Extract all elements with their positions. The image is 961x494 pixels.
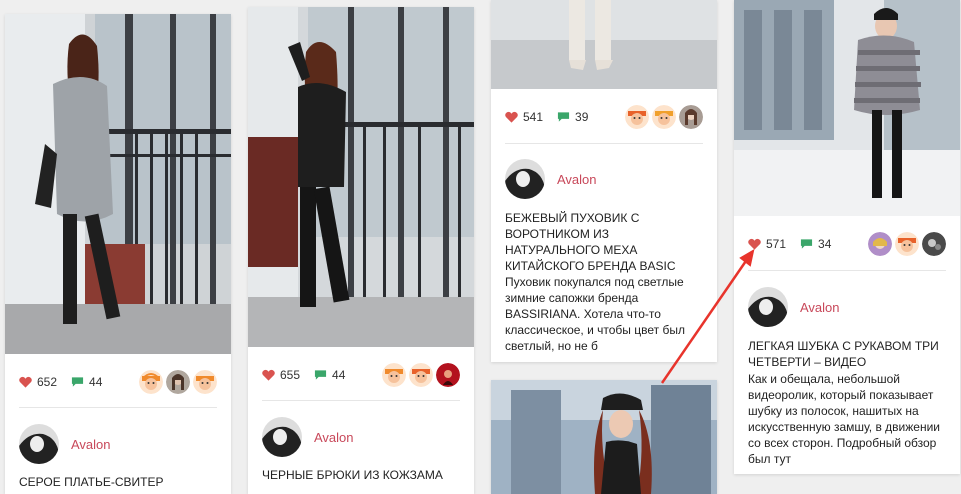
author-avatar[interactable] [505, 159, 545, 199]
author-avatar[interactable] [748, 287, 788, 327]
ginger-face-avatar[interactable] [652, 105, 676, 129]
divider [748, 270, 946, 271]
ginger-face-avatar[interactable] [139, 370, 163, 394]
post-photo[interactable] [734, 0, 960, 216]
post-title[interactable]: ЧЕРНЫЕ БРЮКИ ИЗ КОЖЗАМА [262, 467, 460, 483]
woman-photo-avatar[interactable] [679, 105, 703, 129]
author-name[interactable]: Avalon [800, 300, 840, 315]
comments[interactable]: 39 [557, 110, 588, 124]
comment-icon [314, 370, 327, 380]
ginger-face-avatar[interactable] [382, 363, 406, 387]
author-avatar[interactable] [262, 417, 302, 457]
post-title[interactable]: СЕРОЕ ПЛАТЬЕ-СВИТЕР [19, 474, 217, 490]
ginger-face-avatar[interactable] [625, 105, 649, 129]
post-photo[interactable] [5, 14, 231, 354]
post-stats: 571 34 [748, 230, 946, 258]
ginger-face-avatar[interactable] [409, 363, 433, 387]
author-name[interactable]: Avalon [557, 172, 597, 187]
post-card[interactable]: 571 34 Avalon ЛЕГКАЯ ШУБКА С РУКАВОМ ТРИ… [734, 0, 960, 474]
post-card[interactable]: 541 39 Avalon БЕЖЕВЫЙ ПУХОВИК С ВОРОТНИК… [491, 0, 717, 362]
post-stats: 541 39 [505, 103, 703, 131]
author-row[interactable]: Avalon [505, 159, 597, 199]
post-photo[interactable] [491, 380, 717, 494]
purple-photo-avatar[interactable] [868, 232, 892, 256]
likes-count: 652 [37, 375, 58, 389]
post-excerpt: Пуховик покупался под светлые зимние сап… [505, 275, 685, 353]
likes-count: 655 [280, 368, 301, 382]
likes-count: 571 [766, 237, 787, 251]
liker-avatars [868, 232, 946, 256]
post-title[interactable]: ЛЕГКАЯ ШУБКА С РУКАВОМ ТРИ ЧЕТВЕРТИ – ВИ… [748, 338, 946, 370]
author-row[interactable]: Avalon [19, 424, 111, 464]
post-photo[interactable] [491, 0, 717, 89]
heart-icon [505, 111, 518, 123]
heart-icon [19, 376, 32, 388]
liker-avatars [382, 363, 460, 387]
red-photo-avatar[interactable] [436, 363, 460, 387]
post-stats: 655 44 [262, 361, 460, 389]
heart-icon [262, 369, 275, 381]
author-row[interactable]: Avalon [748, 287, 840, 327]
post-card[interactable]: 655 44 Avalon ЧЕРНЫЕ БРЮКИ ИЗ КОЖЗАМА [248, 7, 474, 494]
woman-photo-avatar[interactable] [166, 370, 190, 394]
comments-count: 44 [332, 368, 346, 382]
comment-icon [557, 112, 570, 122]
author-name[interactable]: Avalon [314, 430, 354, 445]
divider [262, 400, 460, 401]
dark-photo-avatar[interactable] [922, 232, 946, 256]
post-card[interactable] [491, 380, 717, 494]
likes-count: 541 [523, 110, 544, 124]
likes[interactable]: 655 [262, 368, 300, 382]
likes[interactable]: 652 [19, 375, 57, 389]
post-stats: 652 44 [19, 368, 217, 396]
comment-icon [800, 239, 813, 249]
heart-icon [748, 238, 761, 250]
comment-icon [71, 377, 84, 387]
author-name[interactable]: Avalon [71, 437, 111, 452]
likes[interactable]: 571 [748, 237, 786, 251]
author-avatar[interactable] [19, 424, 59, 464]
comments-count: 39 [575, 110, 589, 124]
comments[interactable]: 34 [800, 237, 831, 251]
divider [19, 407, 217, 408]
likes[interactable]: 541 [505, 110, 543, 124]
comments[interactable]: 44 [71, 375, 102, 389]
ginger-face-avatar[interactable] [895, 232, 919, 256]
liker-avatars [625, 105, 703, 129]
ginger-face-avatar[interactable] [193, 370, 217, 394]
divider [505, 143, 703, 144]
post-card[interactable]: 652 44 Avalon СЕРОЕ ПЛАТЬЕ-СВИТЕР [5, 14, 231, 494]
post-photo[interactable] [248, 7, 474, 347]
comments-count: 34 [818, 237, 832, 251]
author-row[interactable]: Avalon [262, 417, 354, 457]
post-excerpt: Как и обещала, небольшой видеоролик, кот… [748, 372, 940, 466]
post-title[interactable]: БЕЖЕВЫЙ ПУХОВИК С ВОРОТНИКОМ ИЗ НАТУРАЛЬ… [505, 210, 703, 274]
comments[interactable]: 44 [314, 368, 345, 382]
liker-avatars [139, 370, 217, 394]
comments-count: 44 [89, 375, 103, 389]
